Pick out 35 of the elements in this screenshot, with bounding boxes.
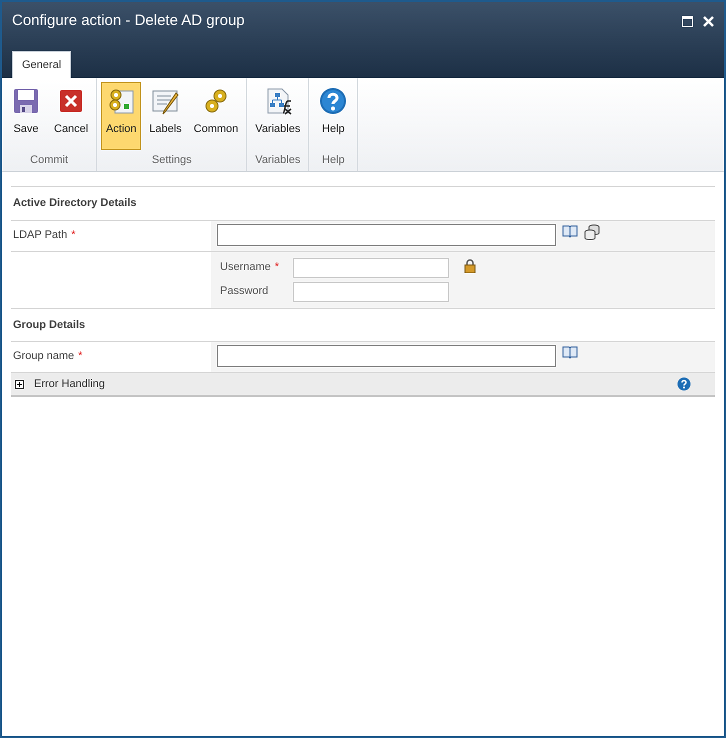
ribbon-button[interactable]: Cancel: [50, 82, 92, 150]
ribbon-button[interactable]: Variables: [251, 82, 304, 150]
group-label: Settings: [152, 153, 192, 168]
ribbon-button[interactable]: Labels: [145, 82, 186, 150]
close-icon[interactable]: [703, 16, 714, 27]
required-asterisk: *: [274, 260, 280, 276]
field-label: Group name: [13, 349, 74, 364]
text-field[interactable]: [217, 345, 556, 367]
ribbon-button[interactable]: Help: [313, 82, 354, 150]
gears-document-icon: [107, 87, 136, 115]
ribbon-button[interactable]: Action: [101, 82, 142, 150]
book-icon[interactable]: [562, 345, 578, 359]
book-icon[interactable]: [562, 224, 578, 238]
window-title: Configure action - Delete AD group: [12, 11, 245, 31]
expand-icon[interactable]: [15, 380, 24, 388]
group-label: Help: [322, 153, 345, 168]
required-asterisk: *: [78, 349, 82, 364]
field-label: LDAP Path: [13, 228, 68, 242]
ribbon-tab[interactable]: General: [12, 50, 72, 78]
lock-icon[interactable]: [464, 258, 476, 272]
database-icon[interactable]: [584, 224, 600, 240]
help-icon[interactable]: [677, 377, 691, 391]
text-field[interactable]: [293, 282, 449, 302]
required-asterisk: *: [71, 228, 76, 242]
text-field[interactable]: [293, 258, 449, 278]
ribbon-button[interactable]: Common: [190, 82, 242, 150]
field-label: Username: [220, 260, 271, 276]
group-label: Variables: [255, 153, 300, 168]
text-field[interactable]: [217, 224, 556, 246]
section-toggle[interactable]: Error Handling: [34, 376, 105, 392]
group-label: Commit: [30, 153, 68, 168]
field-label: Password: [220, 284, 268, 300]
maximize-icon[interactable]: [682, 16, 693, 27]
help-icon: [319, 87, 348, 115]
ribbon-button[interactable]: Save: [6, 82, 46, 150]
